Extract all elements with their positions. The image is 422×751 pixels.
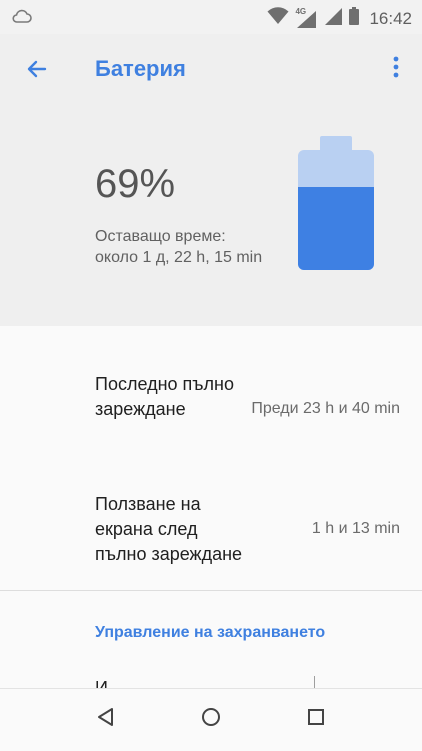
- nav-recents-icon: [306, 707, 326, 732]
- battery-icon: [349, 7, 360, 30]
- cloud-icon: [12, 9, 32, 28]
- list-item-last-full-charge[interactable]: Последно пълно зареждане Преди 23 h и 40…: [0, 360, 422, 480]
- remaining-time-value: около 1 д, 22 h, 15 min: [95, 249, 263, 266]
- nav-back-icon: [96, 707, 116, 732]
- section-header-power-management: Управление на захранването: [95, 624, 326, 641]
- battery-percent: 69%: [95, 162, 176, 206]
- remaining-time-label: Оставащо време:: [95, 228, 226, 245]
- cell-signal-icon: [323, 6, 343, 31]
- list-item-title: Последно пълно зареждане: [95, 374, 234, 419]
- arrow-back-icon: [25, 57, 49, 86]
- battery-fill: [298, 187, 374, 270]
- nav-home-icon: [200, 706, 222, 733]
- battery-level-graphic: [298, 136, 374, 270]
- status-icons: 4G 16:42: [267, 6, 412, 31]
- network-type-label: 4G: [295, 6, 307, 16]
- battery-body: [298, 150, 374, 270]
- nav-back-button[interactable]: [94, 707, 118, 731]
- back-button[interactable]: [22, 56, 52, 86]
- status-bar: 4G 16:42: [0, 0, 422, 34]
- list-item-title: Ползване на екрана след пълно зареждане: [95, 494, 243, 564]
- divider: [0, 590, 422, 591]
- list-item-title: И: [95, 678, 108, 688]
- battery-cap: [320, 136, 352, 150]
- nav-recents-button[interactable]: [304, 707, 328, 731]
- navigation-bar: [0, 688, 422, 751]
- list-item-value: Преди 23 h и 40 min: [251, 400, 400, 417]
- list-item-screen-usage[interactable]: Ползване на екрана след пълно зареждане …: [0, 480, 422, 588]
- list-item-value: 1 h и 13 min: [311, 520, 400, 537]
- cell-signal-icon: 4G: [295, 6, 317, 29]
- list-item-partial[interactable]: И: [0, 672, 422, 688]
- more-vert-icon: [393, 56, 399, 83]
- status-time: 16:42: [369, 8, 412, 28]
- battery-header: Батерия 69% Оставащо време: около 1 д, 2…: [0, 34, 422, 326]
- nav-home-button[interactable]: [199, 707, 223, 731]
- wifi-icon: [267, 7, 289, 30]
- page-title: Батерия: [95, 56, 186, 81]
- more-options-button[interactable]: [386, 54, 406, 84]
- toggle-divider: [314, 676, 315, 688]
